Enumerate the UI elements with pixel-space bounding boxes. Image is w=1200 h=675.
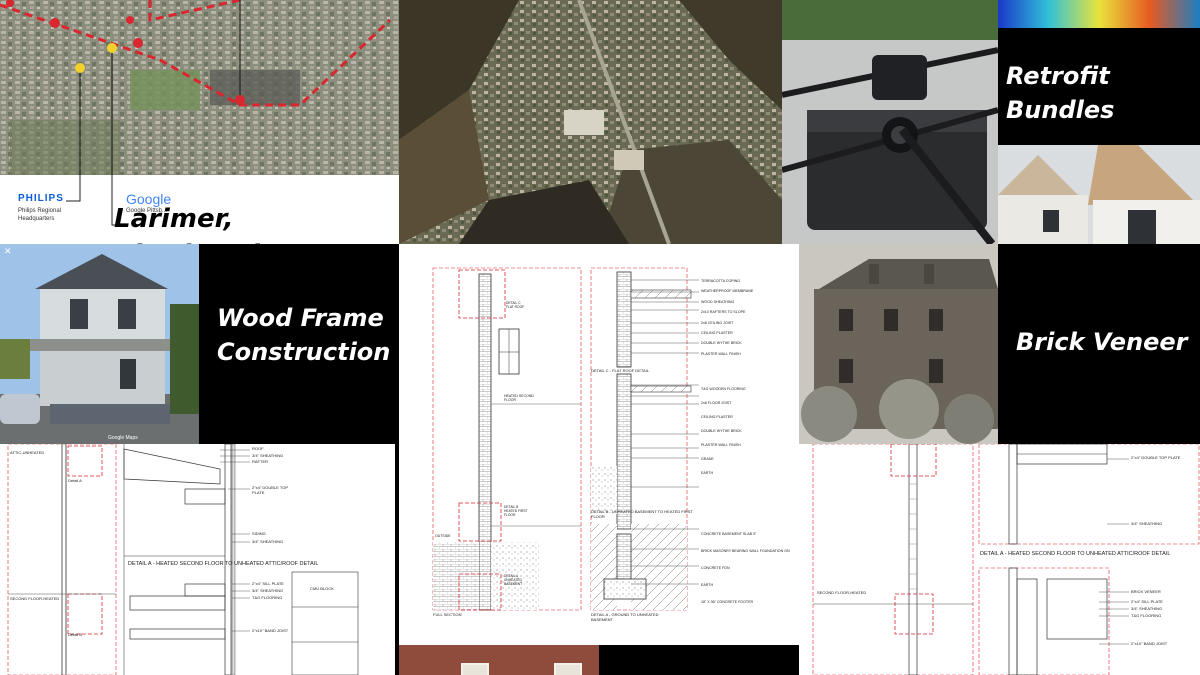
left-side-label: SECOND FLOOR-HEATED <box>10 596 60 601</box>
full-section-label: FULL SECTION <box>433 612 462 617</box>
google-maps-badge: Google Maps <box>108 435 138 441</box>
right-detail-title: DETAIL A - HEATED SECOND FLOOR TO UNHEAT… <box>980 551 1171 557</box>
location-caption: Larimer, Pittsburgh, PA <box>114 204 325 244</box>
left-side-label: Detail A <box>68 478 82 483</box>
brick-facade-tile <box>399 645 599 675</box>
center-section-drawing-tile: TERRACOTTA COPING WEATHERPROOF MEMBRANE … <box>399 244 799 645</box>
philips-label: Philips Regional Headquarters <box>18 208 62 222</box>
note: GRADE <box>701 457 714 461</box>
note: 2x8 FLOOR JOIST <box>701 401 732 405</box>
aerial-map-tile: PHILIPS Philips Regional Headquarters Go… <box>0 0 399 244</box>
facade-window <box>554 663 582 675</box>
note: DOUBLE WYTHE BRICK <box>701 429 742 433</box>
left-note: 2"x4" DOUBLE TOP PLATE <box>252 485 288 495</box>
left-note: RAFTER <box>252 459 268 464</box>
left-side-label: Detail B <box>68 632 83 637</box>
wood-frame-house-image <box>0 244 199 444</box>
mesh-model-image <box>399 0 782 244</box>
center-notes-c: TERRACOTTA COPING WEATHERPROOF MEMBRANE … <box>701 276 796 359</box>
left-note: 3/4" SHEATHING <box>252 453 284 458</box>
house-render-image <box>998 145 1200 244</box>
drone-photo-tile <box>782 0 998 244</box>
retrofit-caption-line1: Retrofit <box>1006 62 1110 90</box>
right-note: 2"x10" BAND JOIST <box>1131 641 1168 646</box>
streetview-house-tile: ✕ Google Maps <box>0 244 199 444</box>
detail-b-label: DETAIL B - UNHEATED BASEMENT TO HEATED F… <box>591 509 693 519</box>
brick-veneer-caption: Brick Veneer <box>1016 328 1188 356</box>
brick-house-photo-tile <box>799 244 998 444</box>
center-notes-a: CONCRETE BASEMENT SLAB 3" BRICK MASONRY … <box>701 526 796 611</box>
left-note: 3/4" SHEATHING <box>252 539 284 544</box>
left-note: 2"x4" SILL PLATE <box>252 581 284 586</box>
philips-logo: PHILIPS <box>18 193 64 204</box>
left-detail-title: DETAIL A - HEATED SECOND FLOOR TO UNHEAT… <box>128 561 319 567</box>
note: WEATHERPROOF MEMBRANE <box>701 289 754 294</box>
callout-a: DETAIL A UNHEATED BASEMENT <box>504 574 523 586</box>
note: CONCRETE BASEMENT SLAB 3" <box>701 532 757 536</box>
retrofit-bundles-tile: Retrofit Bundles <box>998 28 1200 145</box>
aerial-map-image <box>0 0 399 175</box>
mesh-model-tile <box>399 0 782 244</box>
close-icon[interactable]: ✕ <box>4 246 12 257</box>
note: EARTH <box>701 583 714 587</box>
note: CEILING PLASTER <box>701 415 733 419</box>
right-note: 2"x4" DOUBLE TOP PLATE <box>1131 455 1181 460</box>
note: PLASTER WALL FINISH <box>701 351 741 356</box>
wood-frame-caption-tile: Wood Frame Construction <box>199 244 399 444</box>
house-render-tile <box>998 145 1200 244</box>
heated-floor-label: HEATED SECOND FLOOR <box>504 394 534 402</box>
note: 2x8 CEILING JOIST <box>701 320 734 325</box>
left-note: 2"x10" BAND JOIST <box>252 628 289 633</box>
left-side-label: ATTIC-UNHEATED <box>10 450 45 455</box>
wood-frame-caption-line1: Wood Frame <box>217 304 384 332</box>
note: WOOD SHEATHING <box>701 299 735 304</box>
left-note: ROOF <box>252 446 264 451</box>
left-note: T&G FLOORING <box>252 595 283 600</box>
thermal-image-tile <box>998 0 1200 28</box>
wood-frame-caption-line2: Construction <box>217 338 391 366</box>
center-notes-b: T&G WOODEN FLOORING 2x8 FLOOR JOIST CEIL… <box>701 382 796 480</box>
brick-veneer-caption-tile: Brick Veneer <box>998 244 1200 444</box>
black-filler-tile <box>599 645 799 675</box>
wood-frame-detail-tile: DETAIL A - HEATED SECOND FLOOR TO UNHEAT… <box>0 444 395 675</box>
note: BRICK MASONRY BEARING WALL FOUNDATION ON… <box>701 549 790 570</box>
wood-frame-detail-drawing <box>7 444 359 675</box>
note: TERRACOTTA COPING <box>701 279 741 283</box>
drone-image <box>782 0 998 244</box>
detail-a-label: DETAIL A - GROUND TO UNHEATED BASEMENT <box>591 612 659 622</box>
note: 2x10 RAFTERS TO SLOPE <box>701 310 746 315</box>
right-note: 3/4" SHEATHING <box>1131 606 1163 611</box>
left-note: SIDING <box>252 531 266 536</box>
callout-b: DETAIL B HEATED FIRST FLOOR <box>504 505 528 517</box>
callout-c: DETAIL C FLAT ROOF <box>506 301 525 309</box>
retrofit-caption-line2: Bundles <box>1006 96 1115 124</box>
right-side-label: SECOND FLOOR-HEATED <box>817 590 867 595</box>
note: PLASTER WALL FINISH <box>701 443 741 447</box>
right-note: T&G FLOORING <box>1131 613 1162 618</box>
note: CEILING PLASTER <box>701 331 733 336</box>
left-note: 3/4" SHEATHING <box>252 588 284 593</box>
brick-veneer-detail-tile: DETAIL A - HEATED SECOND FLOOR TO UNHEAT… <box>799 444 1200 675</box>
right-note: 3/4" SHEATHING <box>1131 521 1163 526</box>
facade-window <box>461 663 489 675</box>
left-note: CMU BLOCK <box>310 586 334 591</box>
outside-label: OUTSIDE <box>435 534 451 538</box>
note: DOUBLE WYTHE BRICK <box>701 341 742 346</box>
right-note: BRICK VENEER <box>1131 589 1161 594</box>
note: EARTH <box>701 471 714 475</box>
note: T&G WOODEN FLOORING <box>701 387 746 391</box>
detail-c-label: DETAIL C - FLAT ROOF DETAIL <box>591 368 650 373</box>
brick-veneer-house-image <box>799 244 998 444</box>
right-note: 2"x4" SILL PLATE <box>1131 599 1163 604</box>
note: 18" X 36" CONCRETE FOOTER <box>701 600 754 604</box>
